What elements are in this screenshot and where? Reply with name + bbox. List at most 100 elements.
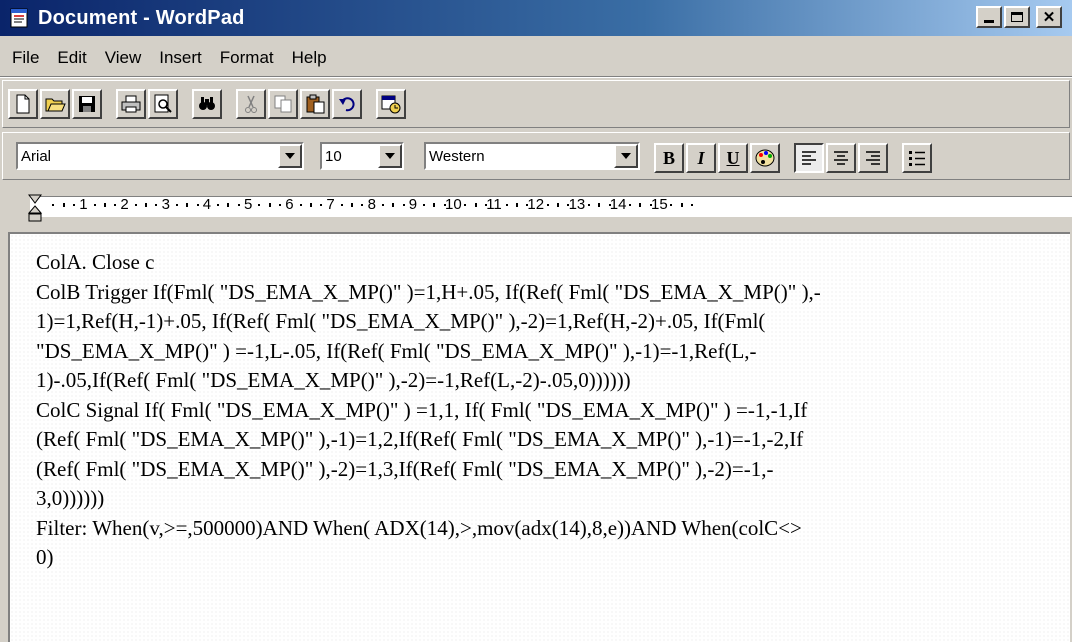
new-button[interactable] xyxy=(8,89,38,119)
document-line[interactable]: ColB Trigger If(Fml( "DS_EMA_X_MP()" )=1… xyxy=(36,278,1056,308)
save-icon xyxy=(79,96,95,112)
menu-insert[interactable]: Insert xyxy=(150,48,211,68)
print-icon xyxy=(121,95,141,113)
ruler[interactable]: 1 2 3 4 5 6 7 8 9 10 11 12 13 14 15 xyxy=(0,186,1072,230)
copy-icon xyxy=(274,95,292,113)
cut-icon xyxy=(245,95,257,113)
ruler-tick xyxy=(587,204,590,206)
document-text[interactable]: ColA. Close c ColB Trigger If(Fml( "DS_EM… xyxy=(36,248,1056,573)
chevron-down-icon[interactable] xyxy=(278,144,302,168)
ruler-tick xyxy=(505,204,508,206)
new-icon xyxy=(16,94,30,114)
document-line[interactable]: 1)-.05,If(Ref( Fml( "DS_EMA_X_MP()" ),-2… xyxy=(36,366,1056,396)
ruler-tick xyxy=(52,204,55,206)
underline-label: U xyxy=(726,147,740,168)
indent-marker-icon[interactable] xyxy=(28,194,42,224)
close-icon: ✕ xyxy=(1042,8,1056,26)
menu-format[interactable]: Format xyxy=(211,48,283,68)
ruler-label: 4 xyxy=(202,196,212,213)
ruler-tick xyxy=(114,204,117,206)
window-title: Document - WordPad xyxy=(38,6,245,29)
align-left-button[interactable] xyxy=(794,143,824,173)
menu-bar: File Edit View Insert Format Help xyxy=(0,44,336,72)
document-line[interactable]: (Ref( Fml( "DS_EMA_X_MP()" ),-2)=1,3,If(… xyxy=(36,455,1056,485)
ruler-tick xyxy=(186,203,189,207)
align-right-button[interactable] xyxy=(858,143,888,173)
chevron-down-icon[interactable] xyxy=(378,144,402,168)
ruler-tick xyxy=(423,204,426,206)
ruler-tick xyxy=(443,204,446,206)
bullets-button[interactable] xyxy=(902,143,932,173)
italic-button[interactable]: I xyxy=(686,143,716,173)
ruler-tick xyxy=(515,203,518,207)
align-left-icon xyxy=(802,151,816,165)
ruler-tick xyxy=(361,204,364,206)
menu-help[interactable]: Help xyxy=(283,48,336,68)
ruler-label: 3 xyxy=(161,196,170,213)
format-toolbar: B I U xyxy=(654,138,934,178)
date-time-button[interactable] xyxy=(376,89,406,119)
ruler-tick xyxy=(103,203,106,207)
ruler-label: 6 xyxy=(285,196,294,213)
ruler-label: 13 xyxy=(568,196,586,213)
align-center-icon xyxy=(834,151,848,165)
paste-button[interactable] xyxy=(300,89,330,119)
ruler-tick xyxy=(402,204,405,206)
ruler-tick xyxy=(433,203,436,207)
minimize-button[interactable] xyxy=(976,6,1002,28)
document-area[interactable]: ColA. Close c ColB Trigger If(Fml( "DS_EM… xyxy=(8,232,1070,642)
ruler-label: 2 xyxy=(120,196,129,213)
ruler-tick xyxy=(670,204,673,206)
ruler-tick xyxy=(237,204,240,206)
bold-label: B xyxy=(662,147,675,168)
color-button[interactable] xyxy=(750,143,780,173)
document-line[interactable]: 0) xyxy=(36,543,1056,573)
ruler-tick xyxy=(62,203,65,207)
ruler-tick xyxy=(227,203,230,207)
ruler-label: 5 xyxy=(244,196,253,213)
font-size: 10 xyxy=(325,147,342,165)
font-select[interactable]: Arial xyxy=(16,142,304,170)
document-line[interactable]: "DS_EMA_X_MP()" ) =-1,L-.05, If(Ref( Fml… xyxy=(36,337,1056,367)
document-line[interactable]: Filter: When(v,>=,500000)AND When( ADX(1… xyxy=(36,514,1056,544)
ruler-label: 15 xyxy=(651,196,668,213)
ruler-tick xyxy=(155,204,158,206)
save-button[interactable] xyxy=(72,89,102,119)
print-preview-icon xyxy=(154,94,172,113)
document-line[interactable]: 3,0)))))) xyxy=(36,484,1056,514)
bold-button[interactable]: B xyxy=(654,143,684,173)
minimize-icon xyxy=(984,19,994,23)
ruler-tick xyxy=(639,203,642,207)
ruler-tick xyxy=(299,204,302,206)
chevron-down-icon[interactable] xyxy=(614,144,638,168)
open-button[interactable] xyxy=(40,89,70,119)
document-line[interactable]: 1)=1,Ref(H,-1)+.05, If(Ref( Fml( "DS_EMA… xyxy=(36,307,1056,337)
ruler-tick xyxy=(546,204,549,206)
ruler-tick xyxy=(484,204,487,206)
ruler-tick xyxy=(196,204,199,206)
find-button[interactable] xyxy=(192,89,222,119)
ruler-tick xyxy=(278,204,281,206)
close-button[interactable]: ✕ xyxy=(1036,6,1062,28)
align-center-button[interactable] xyxy=(826,143,856,173)
title-bar[interactable]: Document - WordPad ✕ xyxy=(0,0,1072,36)
print-button[interactable] xyxy=(116,89,146,119)
ruler-label: 10 xyxy=(445,196,462,213)
copy-button[interactable] xyxy=(268,89,298,119)
cut-button[interactable] xyxy=(236,89,266,119)
document-line[interactable]: ColA. Close c xyxy=(36,248,1056,278)
script-select[interactable]: Western xyxy=(424,142,640,170)
document-line[interactable]: ColC Signal If( Fml( "DS_EMA_X_MP()" ) =… xyxy=(36,396,1056,426)
print-preview-button[interactable] xyxy=(148,89,178,119)
menu-edit[interactable]: Edit xyxy=(48,48,95,68)
menu-file[interactable]: File xyxy=(0,48,48,68)
undo-button[interactable] xyxy=(332,89,362,119)
maximize-button[interactable] xyxy=(1004,6,1030,28)
underline-button[interactable]: U xyxy=(718,143,748,173)
paste-icon xyxy=(306,94,325,114)
ruler-label: 7 xyxy=(326,196,335,213)
font-size-select[interactable]: 10 xyxy=(320,142,404,170)
document-line[interactable]: (Ref( Fml( "DS_EMA_X_MP()" ),-1)=1,2,If(… xyxy=(36,425,1056,455)
ruler-tick xyxy=(72,204,75,206)
menu-view[interactable]: View xyxy=(96,48,151,68)
